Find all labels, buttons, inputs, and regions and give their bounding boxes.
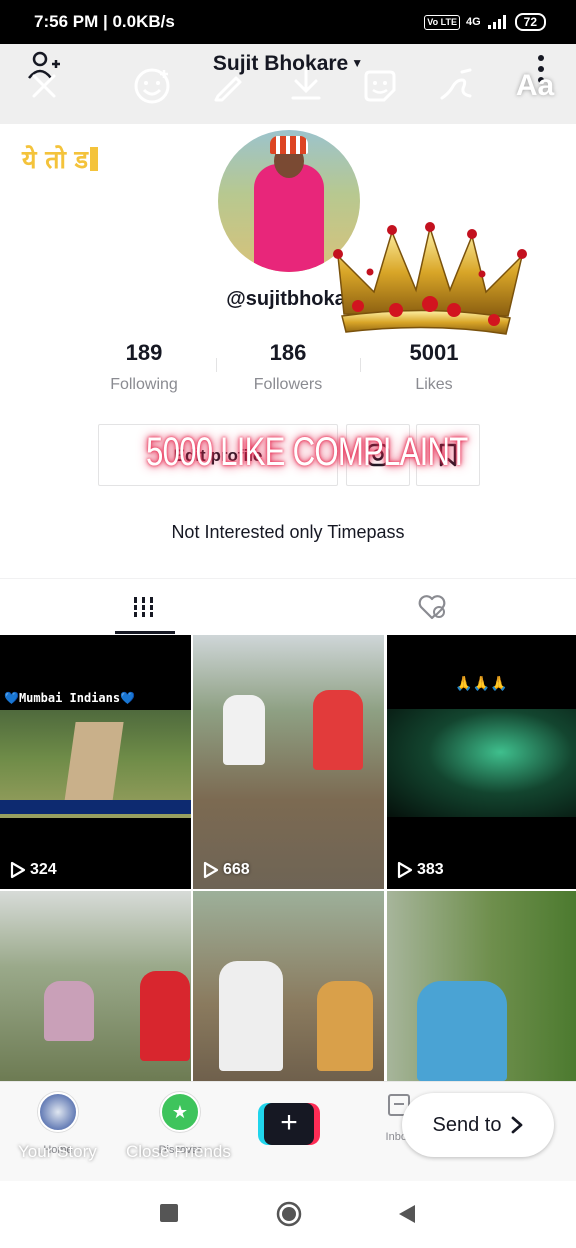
send-to-button[interactable]: Send to	[402, 1093, 554, 1157]
close-friends-star-icon: ★	[160, 1092, 200, 1132]
stat-followers[interactable]: 186 Followers	[218, 340, 358, 394]
status-bar: 7:56 PM | 0.0KB/s Vo LTE 4G 72	[0, 0, 576, 44]
grid-icon	[132, 597, 156, 617]
following-count: 189	[125, 340, 163, 365]
video-thumbnail	[0, 710, 191, 818]
tab-liked[interactable]	[288, 579, 576, 635]
plus-icon: +	[264, 1103, 314, 1145]
signal-icon	[487, 15, 506, 29]
play-count: 324	[10, 861, 57, 879]
video-tile[interactable]	[0, 891, 191, 1081]
stat-divider	[216, 358, 217, 372]
video-thumbnail	[387, 709, 576, 817]
typed-text-value: ये तो ड	[22, 145, 89, 174]
recents-square-icon[interactable]	[160, 1204, 178, 1222]
your-story-avatar	[38, 1092, 78, 1132]
editor-toolbar: Sujit Bhokare ▼ Aa	[0, 44, 576, 124]
following-label: Following	[110, 376, 178, 393]
battery-indicator: 72	[514, 13, 546, 31]
profile-tabs	[0, 578, 576, 634]
play-count: 668	[203, 861, 250, 879]
video-tile[interactable]: 🙏🙏🙏 383	[387, 635, 576, 889]
home-circle-icon[interactable]	[276, 1201, 302, 1227]
video-caption: 🙏🙏🙏	[455, 675, 508, 691]
text-tool-icon[interactable]: Aa	[510, 64, 560, 108]
play-icon	[203, 861, 219, 879]
profile-bio: Not Interested only Timepass	[171, 522, 405, 542]
play-count-value: 668	[223, 861, 250, 878]
status-icons: Vo LTE 4G 72	[424, 13, 546, 31]
video-tile[interactable]: 668	[193, 635, 384, 889]
tab-active-indicator	[115, 631, 175, 634]
play-count-value: 383	[417, 861, 444, 878]
play-count: 383	[397, 861, 444, 879]
volte-badge: Vo LTE	[424, 14, 460, 30]
sticker-icon[interactable]	[358, 64, 402, 108]
avatar-figure-hat	[270, 136, 308, 154]
close-icon[interactable]	[24, 66, 64, 106]
play-icon	[10, 861, 26, 879]
play-icon	[397, 861, 413, 879]
video-tile[interactable]	[193, 891, 384, 1081]
system-navigation-bar	[0, 1181, 576, 1248]
video-caption: 💙Mumbai Indians💙	[4, 691, 136, 705]
your-story-button[interactable]: Your Story	[18, 1142, 97, 1162]
download-icon[interactable]	[284, 62, 328, 106]
stat-following[interactable]: 189 Following	[74, 340, 214, 394]
status-time: 7:56 PM | 0.0KB/s	[34, 12, 175, 31]
draw-icon[interactable]	[434, 64, 478, 108]
send-to-label: Send to	[432, 1113, 502, 1136]
liked-heart-icon	[418, 595, 446, 620]
crown-sticker[interactable]	[330, 222, 530, 340]
emoji-sticker-icon[interactable]	[130, 64, 174, 108]
create-video-button[interactable]: +	[258, 1103, 320, 1145]
followers-count: 186	[269, 340, 307, 365]
stat-divider	[360, 358, 361, 372]
chevron-right-icon	[512, 1116, 523, 1134]
video-tile[interactable]: 💙Mumbai Indians💙 324	[0, 635, 191, 889]
tab-videos[interactable]	[0, 579, 288, 635]
likes-count: 5001	[409, 340, 459, 365]
back-triangle-icon[interactable]	[398, 1204, 416, 1224]
followers-label: Followers	[253, 376, 323, 393]
stat-likes: 5001 Likes	[364, 340, 504, 394]
pen-icon[interactable]	[206, 64, 250, 108]
play-count-value: 324	[30, 861, 57, 878]
avatar-figure-body	[254, 164, 324, 272]
likes-label: Likes	[415, 376, 453, 393]
network-label: 4G	[465, 16, 481, 28]
typed-story-text[interactable]: ये तो ड	[22, 142, 99, 176]
story-overlay-text[interactable]: 5000 LIKE COMPLAINT	[146, 430, 468, 475]
text-cursor	[90, 147, 99, 171]
close-friends-button[interactable]: Close Friends	[126, 1142, 231, 1162]
video-tile[interactable]	[387, 891, 576, 1081]
